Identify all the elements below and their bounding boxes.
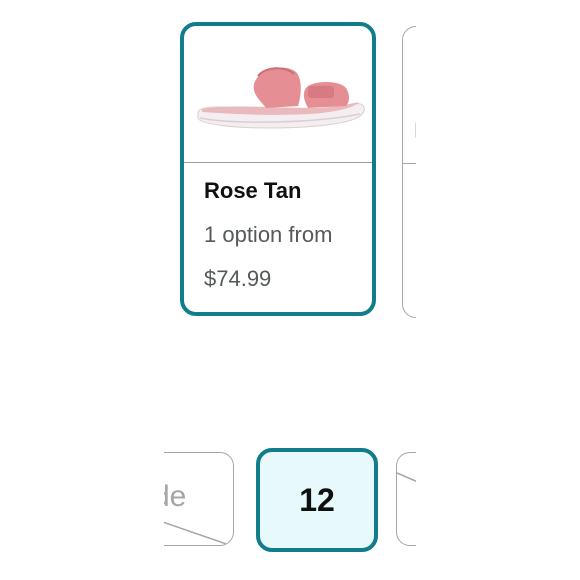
size-button-selected[interactable]: 12 (256, 448, 378, 552)
swatch-color-name: Rose Tan (204, 178, 302, 203)
carousel-edge-left (0, 0, 164, 580)
size-button-label: 12 (299, 481, 335, 518)
swatch-image-area (184, 26, 372, 163)
carousel-edge-right (416, 0, 580, 580)
swatch-info: Rose Tan 1 option from $74.99 (204, 176, 364, 294)
swatch-price: $74.99 (204, 266, 272, 291)
pink-slide-sandal-image (197, 67, 365, 129)
swatch-option-text: 1 option from (204, 222, 333, 247)
product-variant-selector: Rose Tan 1 option from $74.99 de 12 (0, 0, 580, 580)
color-swatch-rose-tan[interactable]: Rose Tan 1 option from $74.99 (180, 22, 376, 316)
